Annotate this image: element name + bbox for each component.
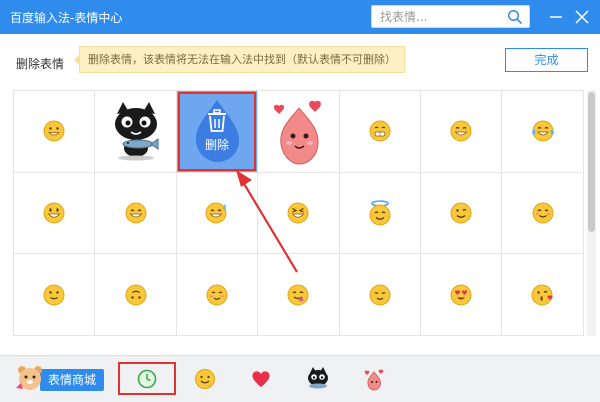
- tab-peach-pack[interactable]: [359, 364, 389, 394]
- selected-emoji-cell[interactable]: 删除: [176, 91, 259, 173]
- emoji-cell[interactable]: [420, 91, 503, 173]
- scrollbar[interactable]: [587, 90, 596, 336]
- emoji-cell[interactable]: [258, 254, 340, 337]
- scrollbar-thumb[interactable]: [588, 92, 595, 232]
- search-input[interactable]: [380, 8, 498, 26]
- halo-angel-emoji-icon: [369, 200, 391, 226]
- tip-arrow: [74, 54, 80, 66]
- tab-recent[interactable]: [132, 364, 162, 394]
- close-icon[interactable]: [572, 7, 592, 27]
- search-icon[interactable]: [507, 9, 523, 25]
- tab-cat-pack[interactable]: [303, 364, 333, 394]
- emoji-cell[interactable]: [176, 254, 259, 337]
- delete-emoji-label: 删除表情: [16, 57, 65, 71]
- squint-laugh-emoji-icon: [287, 202, 309, 224]
- clock-icon: [137, 369, 157, 389]
- emoji-cell[interactable]: [258, 91, 340, 173]
- emoji-cell[interactable]: [95, 172, 177, 255]
- delete-overlay[interactable]: 删除: [177, 91, 257, 172]
- cat-sticker-icon: [308, 367, 328, 389]
- emoji-cell[interactable]: [339, 172, 421, 255]
- blush-smile-emoji-icon: [532, 202, 554, 224]
- emoji-cell[interactable]: [14, 91, 96, 173]
- delete-tip: 删除表情，该表情将无法在输入法中找到（默认表情不可删除）: [74, 46, 405, 73]
- emoji-cell[interactable]: [95, 254, 177, 337]
- grin-emoji-icon: [43, 120, 65, 142]
- kiss-heart-emoji-icon: [531, 284, 553, 306]
- peach-sticker-icon: [364, 369, 384, 391]
- emoji-grid: 删除: [13, 90, 584, 337]
- laughing-emoji-icon: [125, 202, 147, 224]
- emoji-cell[interactable]: [502, 91, 584, 173]
- emoji-cell[interactable]: [420, 172, 503, 255]
- tip-text: 删除表情，该表情将无法在输入法中找到（默认表情不可删除）: [88, 53, 396, 66]
- emoji-cell[interactable]: [339, 91, 421, 173]
- sweat-smile-emoji-icon: [205, 202, 227, 224]
- black-cat-with-fish-sticker-icon: [114, 102, 159, 161]
- crying-laughing-emoji-icon: [531, 120, 554, 142]
- pink-peach-hearts-sticker-icon: [274, 101, 322, 165]
- emoji-cell[interactable]: [502, 172, 584, 255]
- big-smile-emoji-icon: [43, 202, 65, 224]
- upside-down-smile-emoji-icon: [125, 284, 147, 306]
- title-bar: 百度输入法-表情中心: [0, 0, 600, 34]
- search-box[interactable]: [371, 5, 530, 28]
- relieved-emoji-icon: [369, 284, 391, 306]
- teeth-grin-emoji-icon: [450, 120, 472, 142]
- emoji-cell[interactable]: [176, 172, 259, 255]
- window-title: 百度输入法-表情中心: [10, 11, 123, 25]
- wink-emoji-icon: [450, 202, 472, 224]
- heart-icon: [252, 371, 270, 387]
- emoji-cell[interactable]: [339, 254, 421, 337]
- heart-eyes-emoji-icon: [450, 284, 472, 306]
- minimize-icon[interactable]: [546, 7, 566, 27]
- done-button[interactable]: 完成: [505, 48, 588, 72]
- grimace-emoji-icon: [369, 120, 391, 142]
- mascot-bear-icon: [16, 366, 42, 390]
- emoji-cell[interactable]: [502, 254, 584, 337]
- emoji-cell[interactable]: [95, 91, 177, 173]
- slight-smile-emoji-icon: [43, 284, 65, 306]
- emoji-cell[interactable]: [14, 172, 96, 255]
- emoji-mall-button[interactable]: 表情商城: [40, 369, 104, 391]
- delete-action-label: 删除: [204, 138, 229, 153]
- emoji-cell[interactable]: [420, 254, 503, 337]
- tab-smiley[interactable]: [190, 364, 220, 394]
- emoji-cell[interactable]: [258, 172, 340, 255]
- emoji-cell[interactable]: [14, 254, 96, 337]
- yum-tongue-emoji-icon: [287, 284, 309, 306]
- trash-icon: [207, 109, 226, 133]
- relaxed-smile-emoji-icon: [206, 284, 228, 306]
- tab-favorites[interactable]: [246, 364, 276, 394]
- smiley-icon: [195, 369, 215, 389]
- bottom-bar: 表情商城: [0, 355, 600, 402]
